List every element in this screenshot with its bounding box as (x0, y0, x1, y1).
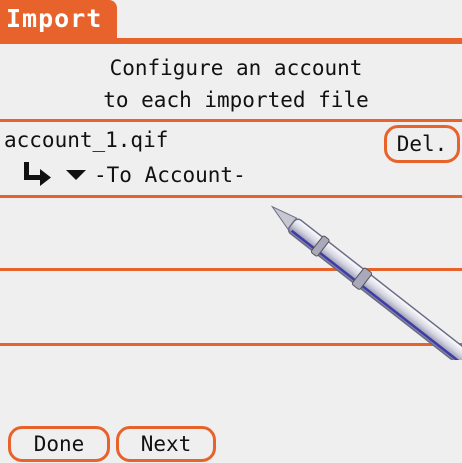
instruction-text: Configure an account to each imported fi… (0, 52, 462, 116)
delete-button[interactable]: Del. (384, 125, 460, 163)
divider (0, 119, 462, 122)
stylus-icon (270, 205, 462, 360)
next-button[interactable]: Next (116, 426, 216, 462)
done-button[interactable]: Done (8, 426, 110, 462)
instruction-line-1: Configure an account (109, 56, 363, 80)
title-bar: Import (0, 0, 462, 44)
instruction-line-2: to each imported file (103, 88, 369, 112)
arrow-down-right-icon (24, 162, 51, 186)
title-underline (0, 38, 462, 44)
page-title: Import (6, 4, 103, 33)
dropdown-triangle-icon[interactable] (66, 168, 86, 182)
account-row: -To Account- (18, 158, 246, 192)
title-tab: Import (0, 0, 117, 38)
file-name: account_1.qif (4, 128, 169, 152)
account-select[interactable]: -To Account- (94, 163, 246, 187)
